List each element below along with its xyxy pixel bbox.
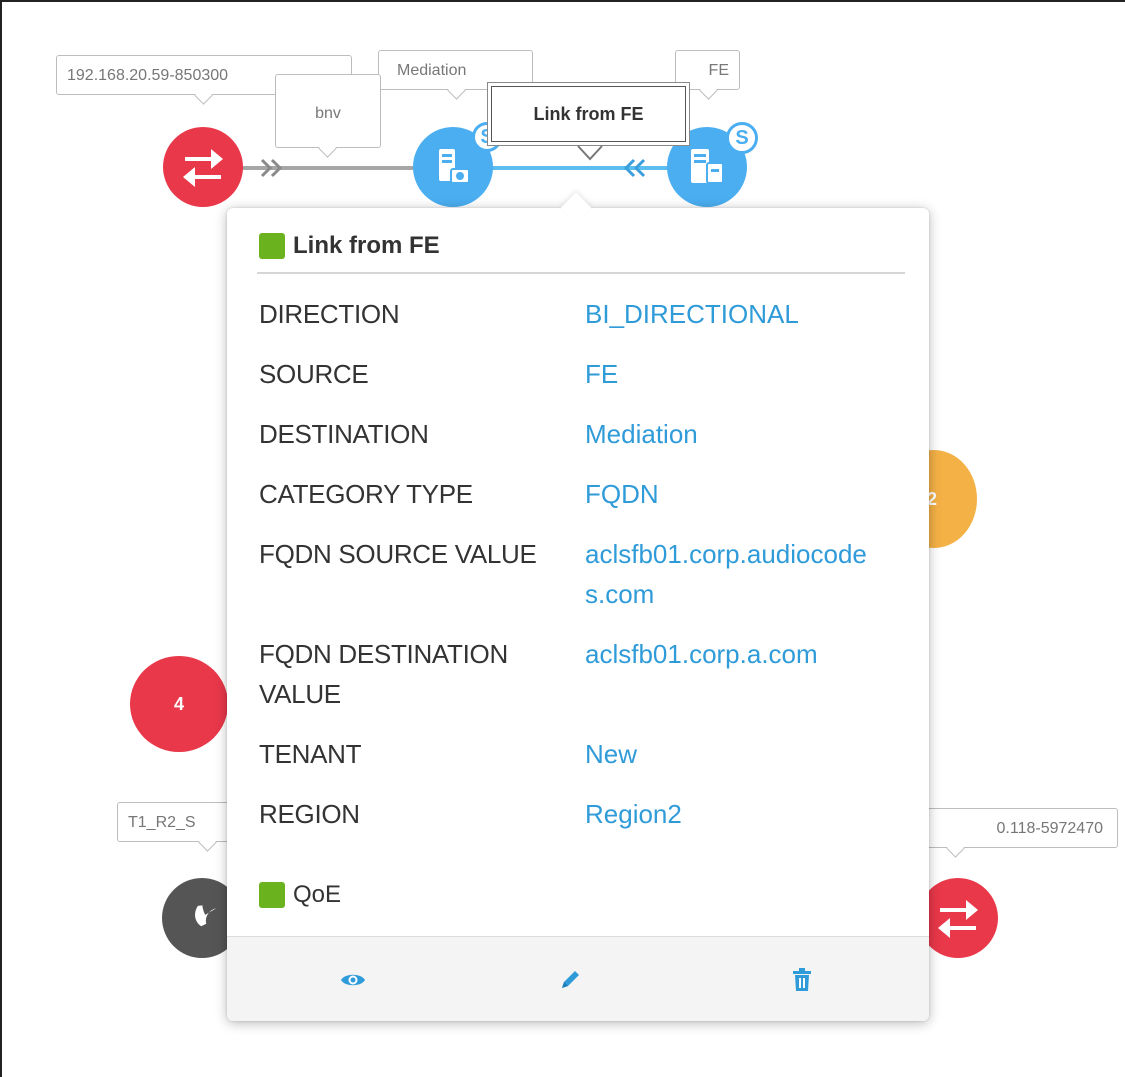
view-button[interactable] — [338, 965, 368, 995]
pencil-icon — [562, 971, 579, 988]
swap-arrows-icon — [183, 149, 223, 187]
skype-icon: S — [726, 122, 758, 154]
detail-value: aclsfb01.corp.audiocodes.com — [585, 539, 867, 609]
detail-row-destination: DESTINATION Mediation — [259, 414, 899, 454]
detail-row-fqdn-source: FQDN SOURCE VALUE aclsfb01.corp.audiocod… — [259, 534, 899, 614]
detail-row-source: SOURCE FE — [259, 354, 899, 394]
gateway-node-bottom-right[interactable] — [918, 878, 998, 958]
popup-title: Link from FE — [293, 232, 440, 259]
gateway-node-top-left[interactable] — [163, 127, 243, 207]
tooltip-text: Link from FE — [491, 86, 686, 142]
detail-value: Mediation — [585, 419, 698, 449]
trash-icon — [793, 968, 811, 991]
detail-key: FQDN DESTINATION VALUE — [259, 639, 508, 709]
detail-key: DIRECTION — [259, 299, 400, 329]
divider — [257, 272, 905, 274]
qoe-indicator: QoE — [259, 881, 341, 909]
eye-icon — [341, 974, 365, 986]
count-badge-left[interactable]: 4 — [130, 656, 228, 752]
phone-handset-icon — [195, 905, 217, 927]
badge-count: 4 — [173, 693, 184, 714]
detail-value: BI_DIRECTIONAL — [585, 299, 799, 329]
detail-row-tenant: TENANT New — [259, 734, 899, 774]
detail-row-category-type: CATEGORY TYPE FQDN — [259, 474, 899, 514]
link-tooltip: Link from FE — [487, 82, 690, 146]
edit-button[interactable] — [555, 965, 585, 995]
detail-value: New — [585, 739, 638, 769]
popup-actions — [227, 936, 929, 1021]
node-label-bnv: bnv — [275, 74, 381, 148]
tooltip-pointer — [577, 145, 603, 161]
detail-row-region: REGION Region2 — [259, 794, 899, 834]
detail-value: aclsfb01.corp.a.com — [585, 639, 818, 669]
server-icon — [691, 149, 724, 184]
status-indicator — [259, 233, 285, 259]
detail-row-direction: DIRECTION BI_DIRECTIONAL — [259, 294, 899, 334]
qoe-status-square — [259, 882, 285, 908]
detail-key: TENANT — [259, 739, 362, 769]
popup-header: Link from FE — [259, 232, 440, 260]
qoe-label: QoE — [293, 881, 342, 908]
detail-row-fqdn-destination: FQDN DESTINATION VALUE aclsfb01.corp.a.c… — [259, 634, 899, 714]
server-phone-icon — [439, 149, 470, 184]
detail-key: DESTINATION — [259, 419, 429, 449]
detail-value: Region2 — [585, 799, 682, 829]
detail-key: FQDN SOURCE VALUE — [259, 539, 537, 569]
delete-button[interactable] — [787, 965, 817, 995]
detail-key: SOURCE — [259, 359, 369, 389]
detail-key: CATEGORY TYPE — [259, 479, 473, 509]
detail-value: FQDN — [585, 479, 659, 509]
detail-value: FE — [585, 359, 619, 389]
link-details-popup: Link from FE DIRECTION BI_DIRECTIONAL SO… — [227, 192, 929, 1021]
detail-key: REGION — [259, 799, 360, 829]
swap-arrows-icon — [938, 900, 978, 938]
